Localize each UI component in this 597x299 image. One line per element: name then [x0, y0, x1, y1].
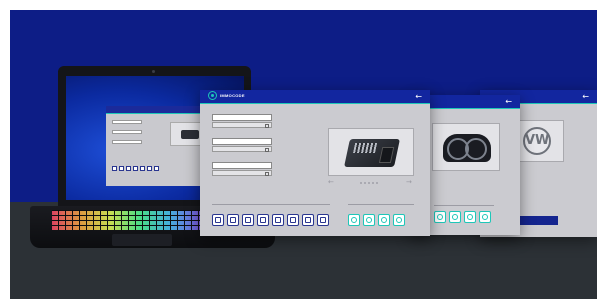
read-icon — [351, 217, 357, 223]
dot[interactable] — [360, 182, 362, 184]
action-icon — [437, 214, 443, 220]
action-button[interactable] — [479, 211, 491, 223]
divider — [212, 204, 330, 205]
key-icon — [215, 217, 221, 223]
back-arrow-icon[interactable]: ← — [582, 92, 589, 102]
module-select[interactable] — [212, 170, 272, 176]
back-arrow-icon[interactable]: ← — [505, 97, 512, 107]
dot[interactable] — [372, 182, 374, 184]
cluster-image-box — [432, 123, 500, 171]
laptop-field — [112, 120, 142, 124]
immocode-logo-icon — [208, 91, 217, 100]
chip-icon — [245, 217, 251, 223]
document-icon — [290, 217, 296, 223]
tool-button[interactable] — [272, 214, 284, 226]
action-button[interactable] — [393, 214, 405, 226]
action-button[interactable] — [449, 211, 461, 223]
action-icon — [467, 214, 473, 220]
tool-icon — [126, 166, 131, 171]
carousel-dots — [360, 182, 378, 184]
tool-icon — [119, 166, 124, 171]
write-icon — [366, 217, 372, 223]
action-icon-row — [348, 214, 405, 226]
tool-icon-row — [212, 214, 329, 226]
tool-icon — [112, 166, 117, 171]
model-input[interactable] — [212, 138, 272, 145]
brand-name: IMMOCODE — [220, 93, 245, 98]
divider — [434, 205, 494, 206]
edit-icon — [320, 217, 326, 223]
action-button[interactable] — [348, 214, 360, 226]
panel-header: IMMOCODE ← — [200, 90, 430, 104]
divider — [348, 204, 414, 205]
tool-button[interactable] — [212, 214, 224, 226]
laptop-field — [112, 140, 142, 144]
tool-icon — [140, 166, 145, 171]
module-field — [212, 158, 272, 176]
make-field — [212, 110, 272, 128]
ecu-image-box — [328, 128, 414, 176]
brand: IMMOCODE — [208, 91, 245, 100]
action-button[interactable] — [378, 214, 390, 226]
vw-logo-icon: VW — [523, 127, 551, 155]
tool-icon — [133, 166, 138, 171]
make-select[interactable] — [212, 122, 272, 128]
dot[interactable] — [376, 182, 378, 184]
action-icon — [482, 214, 488, 220]
sync-icon — [305, 217, 311, 223]
instrument-cluster-image — [443, 134, 491, 162]
tool-button[interactable] — [257, 214, 269, 226]
refresh-icon — [396, 217, 402, 223]
trackpad — [112, 234, 172, 246]
make-input[interactable] — [212, 114, 272, 121]
tool-button[interactable] — [242, 214, 254, 226]
tool-button[interactable] — [227, 214, 239, 226]
tool-icon — [154, 166, 159, 171]
laptop-icon-row — [112, 166, 159, 171]
action-button[interactable] — [363, 214, 375, 226]
car-icon — [230, 217, 236, 223]
scene: ← VW ← IMMOCODE ← ← → — [10, 10, 597, 299]
ecu-image — [344, 139, 400, 167]
webcam-icon — [152, 70, 155, 73]
dot[interactable] — [364, 182, 366, 184]
model-select[interactable] — [212, 146, 272, 152]
tool-button[interactable] — [287, 214, 299, 226]
module-input[interactable] — [212, 162, 272, 169]
back-arrow-icon[interactable]: ← — [415, 92, 422, 102]
prev-arrow-icon[interactable]: ← — [328, 178, 334, 186]
action-icon — [452, 214, 458, 220]
laptop-field — [112, 130, 142, 134]
gear-icon — [275, 217, 281, 223]
action-button[interactable] — [434, 211, 446, 223]
tool-icon — [147, 166, 152, 171]
tool-button[interactable] — [302, 214, 314, 226]
action-button[interactable] — [464, 211, 476, 223]
next-arrow-icon[interactable]: → — [406, 178, 412, 186]
main-panel: IMMOCODE ← ← → — [200, 90, 430, 236]
cluster-action-row — [434, 211, 491, 223]
model-field — [212, 134, 272, 152]
save-icon — [381, 217, 387, 223]
tool-button[interactable] — [317, 214, 329, 226]
dot[interactable] — [368, 182, 370, 184]
file-icon — [260, 217, 266, 223]
